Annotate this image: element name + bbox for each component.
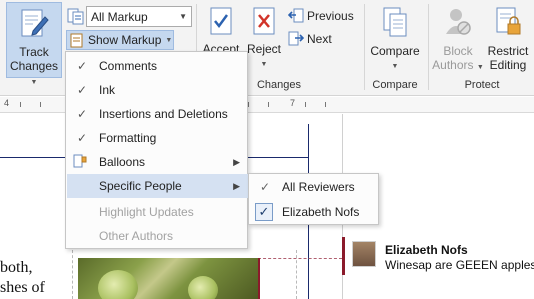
specific-people-submenu: ✓ All Reviewers ✓ Elizabeth Nofs <box>248 173 379 225</box>
document-text[interactable]: both, <box>0 258 32 278</box>
submenu-item-label: All Reviewers <box>282 180 355 194</box>
submenu-arrow-icon: ▶ <box>233 180 240 191</box>
menu-item-label: Insertions and Deletions <box>99 107 228 121</box>
menu-item-label: Balloons <box>99 155 146 169</box>
block-authors-label-1: Block <box>443 44 473 58</box>
apple-shape <box>98 270 138 299</box>
submenu-item-all-reviewers[interactable]: ✓ All Reviewers <box>250 175 379 199</box>
ribbon-separator <box>364 4 365 90</box>
next-label: Next <box>307 32 332 46</box>
markup-display-icon <box>67 8 84 25</box>
menu-item-label: Highlight Updates <box>99 205 194 219</box>
chevron-down-icon: ▼ <box>476 64 484 71</box>
track-changes-pencil-icon <box>21 9 49 37</box>
block-authors-icon <box>446 9 471 35</box>
chevron-down-icon: ▼ <box>260 61 268 68</box>
track-changes-button[interactable]: Track Changes ▼ <box>6 2 62 86</box>
menu-item-ink[interactable]: ✓ Ink <box>67 78 248 102</box>
ribbon-separator <box>428 4 429 90</box>
menu-item-insertions-deletions[interactable]: ✓ Insertions and Deletions <box>67 102 248 126</box>
menu-item-label: Specific People <box>99 179 182 193</box>
ruler-tick <box>305 102 306 107</box>
comment-connector-line <box>258 258 342 259</box>
block-authors-label-2: Authors ▼ <box>432 58 484 75</box>
reject-button[interactable]: Reject ▼ <box>244 4 284 72</box>
cell-gridline <box>72 250 73 299</box>
protect-group-label: Protect <box>464 79 500 91</box>
menu-item-highlight-updates[interactable]: Highlight Updates <box>67 200 248 224</box>
previous-change-icon <box>288 8 304 23</box>
comment-accent-bar <box>342 237 345 275</box>
ruler-number: 4 <box>4 98 10 108</box>
menu-item-label: Other Authors <box>99 229 174 243</box>
restrict-editing-label-1: Restrict <box>487 44 529 58</box>
document-text[interactable]: shes of <box>0 278 45 298</box>
compare-documents-icon <box>383 7 407 37</box>
previous-change-button[interactable]: Previous <box>288 8 354 24</box>
next-change-button[interactable]: Next <box>288 31 332 47</box>
apple-shape <box>188 276 218 299</box>
ruler-tick <box>40 102 41 107</box>
ruler-tick <box>20 102 21 107</box>
avatar <box>352 241 376 267</box>
menu-item-label: Formatting <box>99 131 157 145</box>
menu-item-comments[interactable]: ✓ Comments <box>67 54 248 78</box>
revision-bar <box>258 258 260 299</box>
track-changes-label-2: Changes ▼ <box>7 59 61 90</box>
reject-x-icon <box>253 7 275 35</box>
ruler-number: 7 <box>290 98 296 108</box>
compare-button[interactable]: Compare ▼ <box>368 4 422 74</box>
menu-item-formatting[interactable]: ✓ Formatting <box>67 126 248 150</box>
menu-item-specific-people[interactable]: Specific People ▶ <box>67 174 248 198</box>
display-for-review-value: All Markup <box>91 10 148 24</box>
check-icon: ✓ <box>76 107 88 121</box>
display-for-review-select[interactable]: All Markup ▼ <box>86 6 192 27</box>
menu-item-label: Comments <box>99 59 158 73</box>
next-change-icon <box>288 31 304 46</box>
changes-group-label: Changes <box>256 79 302 91</box>
submenu-item-elizabeth-nofs[interactable]: ✓ Elizabeth Nofs <box>250 200 379 224</box>
show-markup-button[interactable]: Show Markup ▼ <box>66 30 174 50</box>
chevron-down-icon: ▼ <box>391 63 399 70</box>
restrict-editing-button[interactable]: Restrict Editing <box>484 4 532 72</box>
previous-label: Previous <box>307 9 354 23</box>
accept-button[interactable]: Accept <box>200 4 242 56</box>
show-markup-menu: ✓ Comments ✓ Ink ✓ Insertions and Deleti… <box>65 51 248 249</box>
check-icon: ✓ <box>259 180 271 194</box>
menu-item-label: Ink <box>99 83 116 97</box>
ruler-tick <box>248 102 249 107</box>
submenu-item-label: Elizabeth Nofs <box>282 205 360 219</box>
reject-label: Reject <box>246 42 281 56</box>
apple-photo[interactable] <box>78 258 258 299</box>
ruler-tick <box>325 102 326 107</box>
menu-item-balloons[interactable]: Balloons ▶ <box>67 150 248 174</box>
chevron-down-icon: ▼ <box>179 12 187 21</box>
checkbox-checked-icon: ✓ <box>255 203 273 221</box>
show-markup-label: Show Markup <box>88 33 162 47</box>
check-icon: ✓ <box>76 131 88 145</box>
restrict-editing-label-2: Editing <box>489 58 527 72</box>
balloons-icon <box>73 154 87 168</box>
accept-check-icon <box>210 7 232 35</box>
comment-author: Elizabeth Nofs <box>385 243 468 257</box>
check-icon: ✓ <box>76 59 88 73</box>
chevron-down-icon: ▼ <box>165 36 173 44</box>
track-changes-label-1: Track <box>19 45 49 59</box>
menu-item-other-authors[interactable]: Other Authors <box>67 224 248 248</box>
compare-group-label: Compare <box>372 79 418 91</box>
restrict-editing-lock-icon <box>496 7 521 35</box>
check-icon: ✓ <box>76 83 88 97</box>
chevron-down-icon: ▼ <box>30 79 38 86</box>
submenu-arrow-icon: ▶ <box>233 156 240 167</box>
comment-text[interactable]: Winesap are GEEEN apples, n <box>385 258 534 272</box>
block-authors-button[interactable]: Block Authors ▼ <box>432 4 484 75</box>
compare-label: Compare <box>370 44 420 58</box>
ruler-tick <box>268 102 269 107</box>
show-markup-icon <box>70 33 83 47</box>
